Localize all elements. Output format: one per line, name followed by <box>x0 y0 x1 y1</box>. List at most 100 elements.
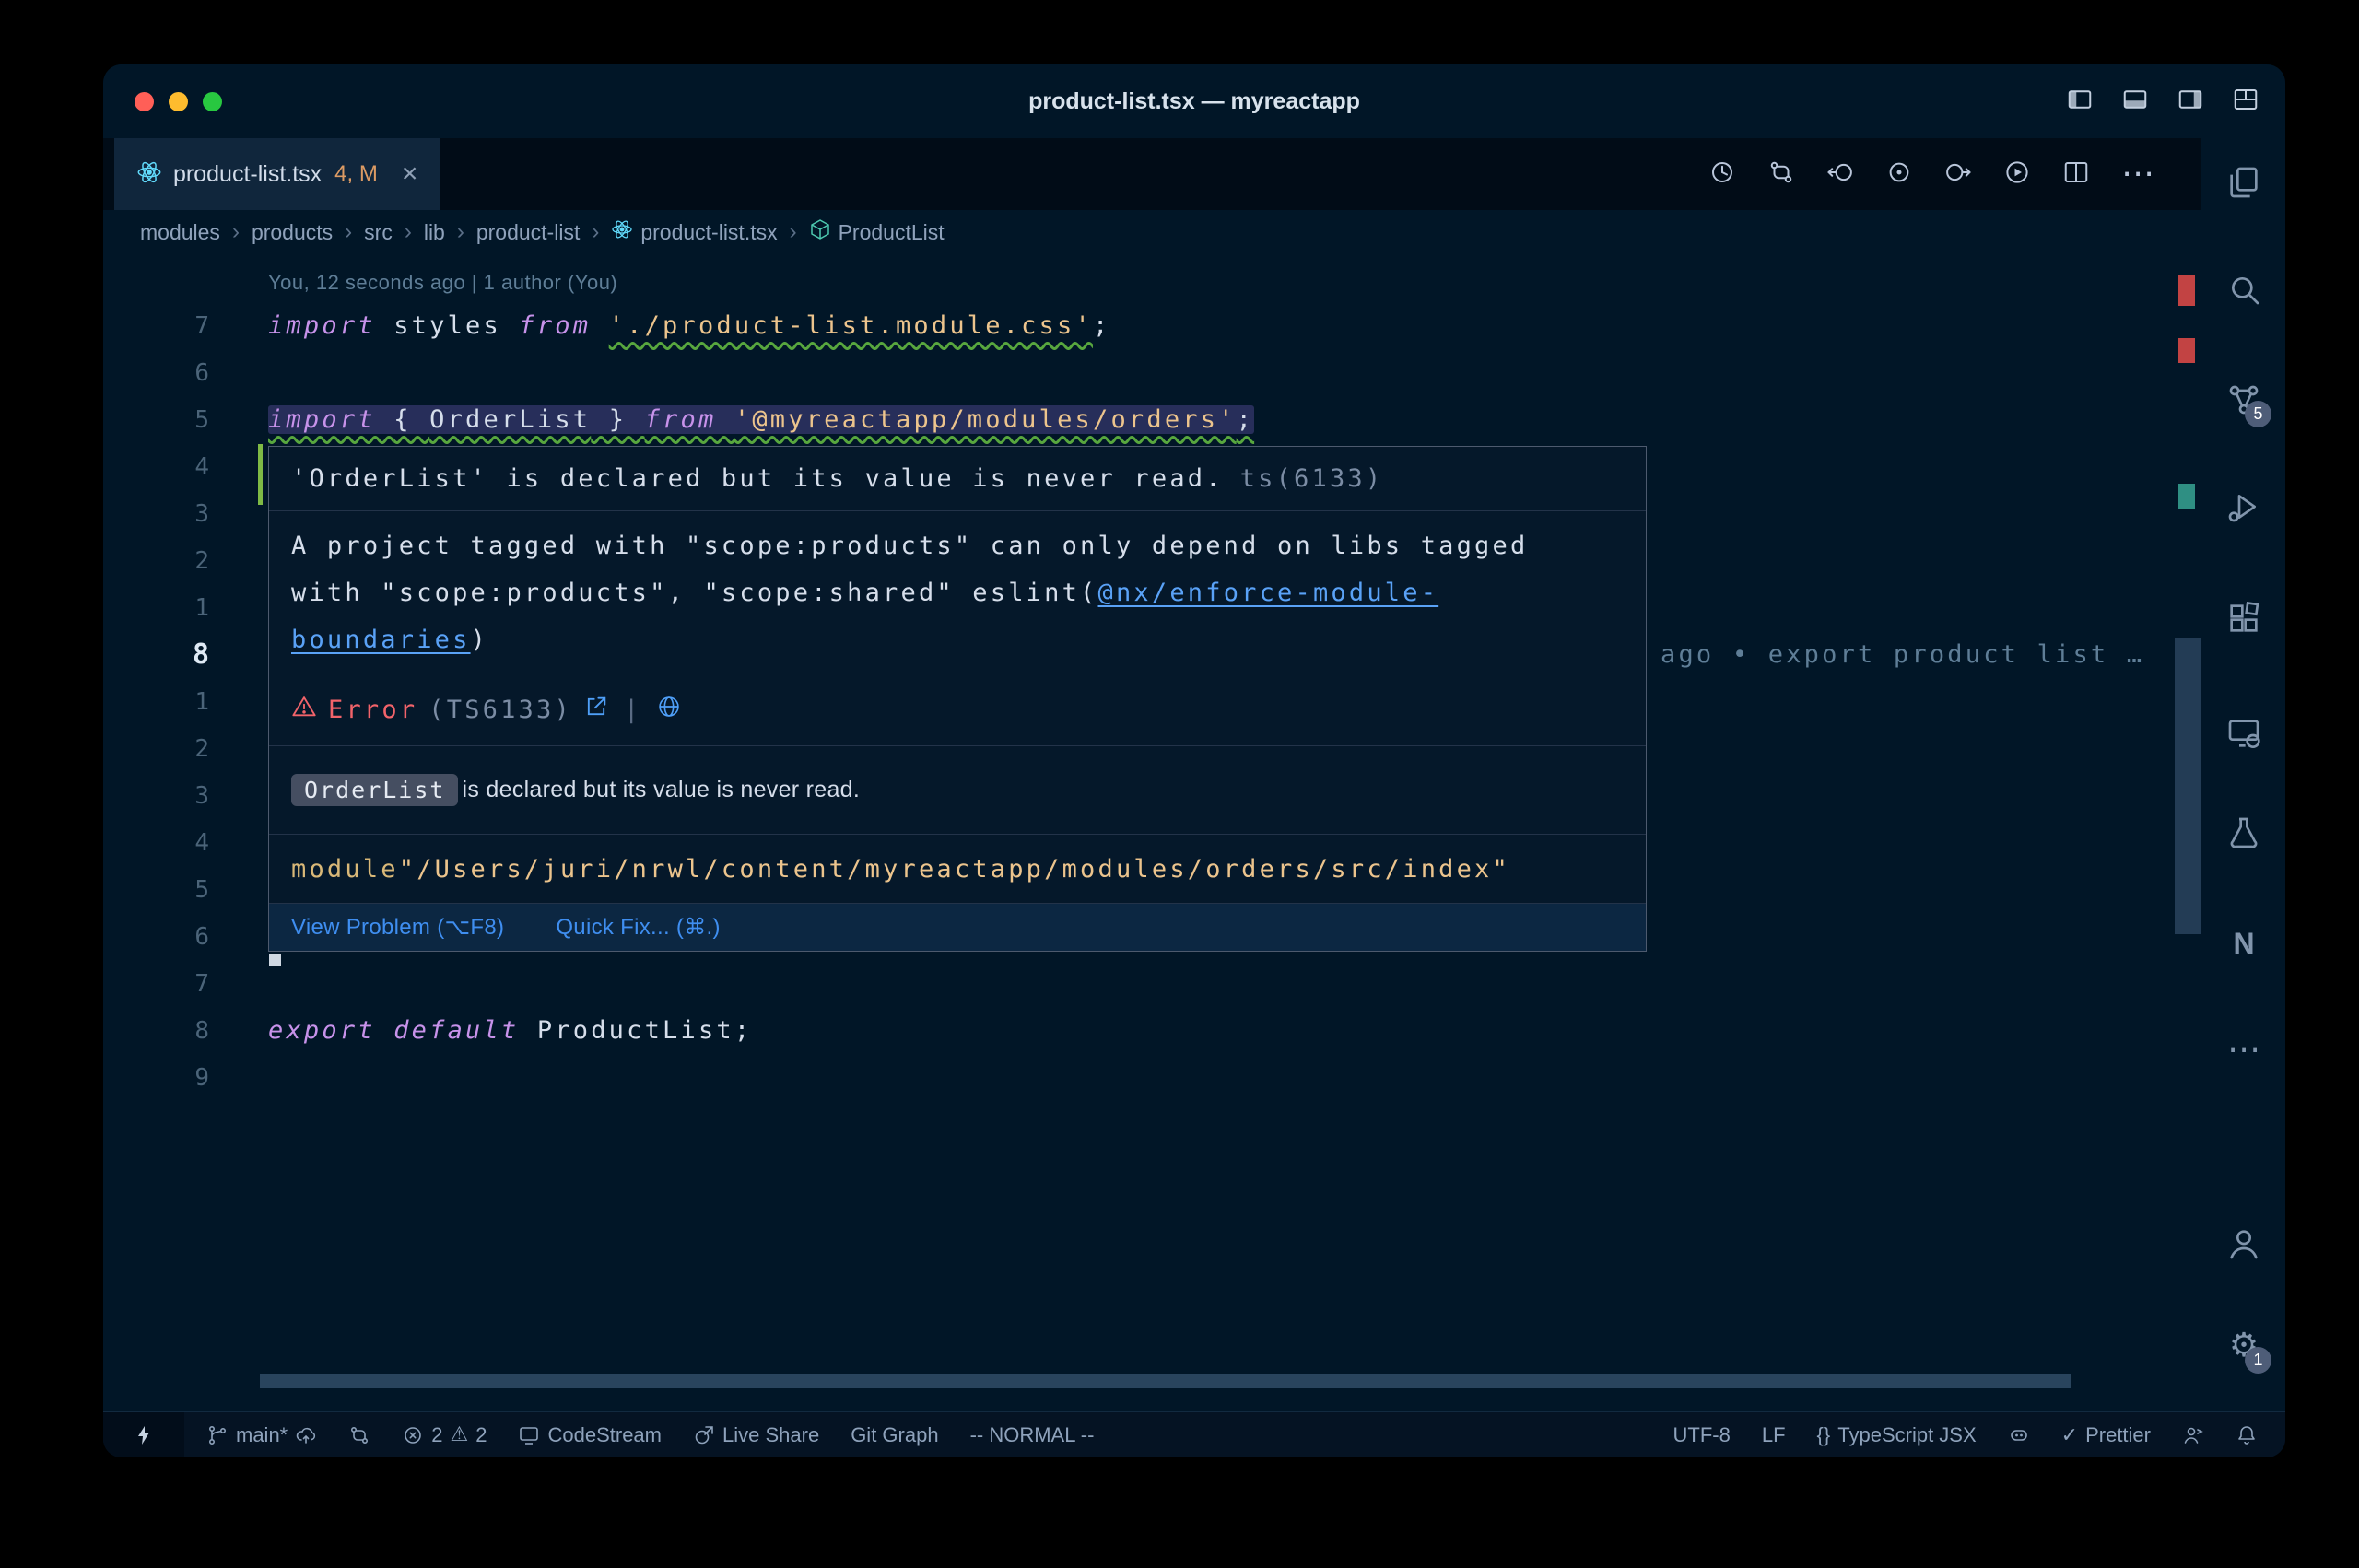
feedback-item[interactable] <box>2182 1424 2204 1446</box>
explorer-icon[interactable] <box>2222 160 2266 205</box>
previous-change-icon[interactable] <box>1826 158 1854 190</box>
tooltip-module-row: module "/Users/juri/nrwl/content/myreact… <box>269 835 1646 904</box>
next-change-icon[interactable] <box>1944 158 1972 190</box>
breadcrumb-src[interactable]: src <box>364 220 393 245</box>
gitlens-codelens[interactable]: You, 12 seconds ago | 1 author (You) <box>268 271 617 295</box>
close-tab-icon[interactable]: × <box>402 160 418 188</box>
copilot-item[interactable] <box>2008 1424 2030 1446</box>
split-editor-icon[interactable] <box>2062 158 2090 190</box>
eslint-rule-link[interactable]: @nx/enforce-module- <box>1098 579 1439 607</box>
prettier-item[interactable]: ✓ Prettier <box>2061 1423 2151 1447</box>
scm-count-badge: 5 <box>2245 401 2271 427</box>
compare-changes-item[interactable] <box>348 1424 370 1446</box>
toggle-secondary-sidebar-icon[interactable] <box>2177 86 2204 117</box>
symbol-chip: OrderList <box>291 774 458 806</box>
accounts-icon[interactable] <box>2222 1222 2266 1266</box>
breadcrumb-separator: › <box>345 219 352 245</box>
sync-cloud-icon <box>295 1424 317 1446</box>
testing-beaker-icon[interactable] <box>2222 811 2266 855</box>
gitlens-inline-blame[interactable]: ago • export product list … <box>1661 631 2144 678</box>
tab-label: product-list.tsx <box>173 161 322 188</box>
line-number: 3 <box>103 782 241 810</box>
problems-item[interactable]: 2 ⚠ 2 <box>402 1423 487 1447</box>
toggle-primary-sidebar-icon[interactable] <box>2066 86 2094 117</box>
breadcrumb-lib[interactable]: lib <box>424 220 445 245</box>
codestream-item[interactable]: CodeStream <box>518 1423 662 1447</box>
search-icon[interactable] <box>2222 267 2266 311</box>
git-graph-item[interactable]: Git Graph <box>851 1423 938 1447</box>
breadcrumb-separator: › <box>232 219 240 245</box>
traffic-lights <box>135 64 222 138</box>
titlebar: product-list.tsx — myreactapp <box>103 64 2285 138</box>
git-graph-label: Git Graph <box>851 1423 938 1447</box>
line-number: 8 <box>103 1017 241 1045</box>
horizontal-scrollbar[interactable] <box>260 1374 2071 1388</box>
open-changes-icon[interactable] <box>1767 158 1795 190</box>
code-line: 5import { OrderList } from '@myreactapp/… <box>103 396 2173 443</box>
quick-fix-link[interactable]: Quick Fix... (⌘.) <box>556 914 720 941</box>
file-history-icon[interactable] <box>1708 158 1736 190</box>
minimize-window-button[interactable] <box>169 92 188 111</box>
line-number: 2 <box>103 547 241 575</box>
breadcrumb-product-list[interactable]: product-list <box>476 220 580 245</box>
extensions-icon[interactable] <box>2222 596 2266 640</box>
breadcrumb-symbol[interactable]: ProductList <box>809 218 945 246</box>
eslint-rule-link[interactable]: boundaries <box>291 626 471 654</box>
status-bar: main* 2 ⚠ 2 CodeStream Live Share Git <box>103 1411 2285 1457</box>
breadcrumb-file-label: product-list.tsx <box>640 220 777 245</box>
error-marker <box>2178 338 2195 363</box>
code-text[interactable]: import styles from './product-list.modul… <box>241 311 1110 340</box>
blame-annotations-icon[interactable] <box>1885 158 1913 190</box>
code-line: 9 <box>103 1054 2173 1101</box>
breadcrumb-products[interactable]: products <box>252 220 333 245</box>
remote-explorer-icon[interactable] <box>2222 711 2266 755</box>
settings-gear-icon[interactable]: ⚙ 1 <box>2222 1324 2266 1368</box>
code-line: 7 <box>103 960 2173 1007</box>
more-actions-icon[interactable]: ⋯ <box>2121 158 2154 191</box>
globe-icon[interactable] <box>656 694 682 726</box>
close-window-button[interactable] <box>135 92 154 111</box>
code-text[interactable]: export default ProductList; <box>241 1016 752 1045</box>
code-line: 8export default ProductList; <box>103 1007 2173 1054</box>
window-title: product-list.tsx — myreactapp <box>1028 88 1360 115</box>
breadcrumb-modules[interactable]: modules <box>140 220 220 245</box>
code-text[interactable]: import { OrderList } from '@myreactapp/m… <box>241 405 1254 434</box>
code-line: 7import styles from './product-list.modu… <box>103 302 2173 349</box>
tab-product-list[interactable]: product-list.tsx 4, M × <box>114 138 440 210</box>
eslint-message-line1: A project tagged with "scope:products" c… <box>291 522 1624 569</box>
eslint-message-line2: with "scope:products", "scope:shared" es… <box>291 569 1624 616</box>
toggle-panel-icon[interactable] <box>2121 86 2149 117</box>
warning-count: 2 <box>475 1423 487 1447</box>
open-external-icon[interactable] <box>583 694 609 726</box>
error-code: (TS6133) <box>428 696 572 724</box>
language-mode-item[interactable]: {} TypeScript JSX <box>1817 1423 1977 1447</box>
git-branch-item[interactable]: main* <box>206 1423 317 1447</box>
view-problem-link[interactable]: View Problem (⌥F8) <box>291 914 504 941</box>
braces-icon: {} <box>1817 1423 1831 1447</box>
breadcrumb-separator: › <box>457 219 464 245</box>
module-keyword: module <box>291 855 399 883</box>
react-file-icon <box>611 218 633 246</box>
divider-pipe: | <box>624 696 641 724</box>
prettier-label: Prettier <box>2085 1423 2151 1447</box>
encoding-item[interactable]: UTF-8 <box>1673 1423 1731 1447</box>
remote-indicator[interactable] <box>103 1412 184 1457</box>
run-file-icon[interactable] <box>2003 158 2031 190</box>
breadcrumb-file[interactable]: product-list.tsx <box>611 218 777 246</box>
vertical-scrollbar[interactable] <box>2175 638 2201 934</box>
zoom-window-button[interactable] <box>203 92 222 111</box>
change-marker <box>2178 484 2195 509</box>
tooltip-detail-row: OrderList is declared but its value is n… <box>269 746 1646 835</box>
source-control-graph-icon[interactable]: 5 <box>2222 378 2266 422</box>
notifications-item[interactable] <box>2236 1424 2258 1446</box>
line-number: 6 <box>103 923 241 951</box>
run-and-debug-icon[interactable] <box>2222 485 2266 529</box>
tooltip-resize-handle[interactable] <box>269 954 281 966</box>
customize-layout-icon[interactable] <box>2232 86 2259 117</box>
live-share-item[interactable]: Live Share <box>693 1423 819 1447</box>
eol-item[interactable]: LF <box>1762 1423 1786 1447</box>
nx-console-icon[interactable]: N <box>2222 921 2266 965</box>
additional-views-icon[interactable]: ⋯ <box>2222 1028 2266 1072</box>
vim-mode-item[interactable]: -- NORMAL -- <box>970 1423 1095 1447</box>
error-label: Error <box>328 696 417 724</box>
